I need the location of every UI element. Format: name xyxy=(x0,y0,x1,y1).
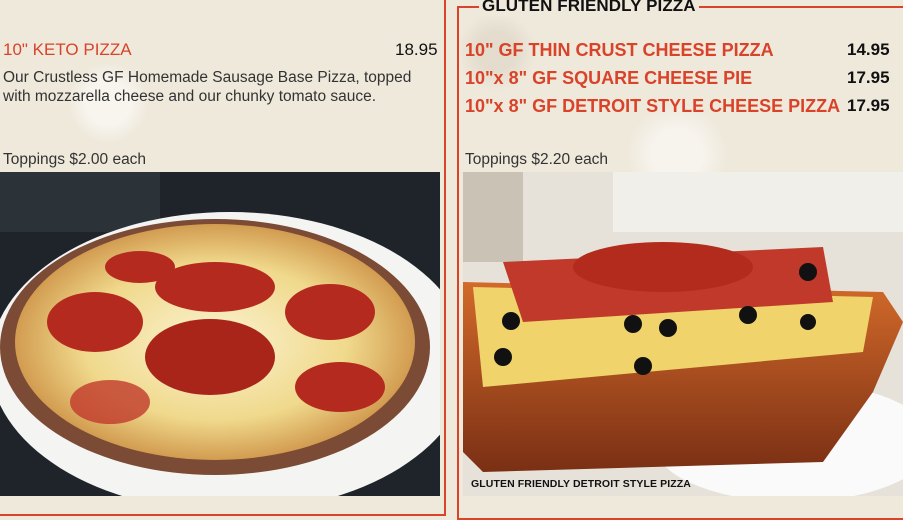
gf-square-pie-price: 17.95 xyxy=(847,68,890,87)
keto-pizza-description: Our Crustless GF Homemade Sausage Base P… xyxy=(3,69,412,105)
section-title-gluten-friendly: GLUTEN FRIENDLY PIZZA xyxy=(479,0,699,16)
keto-toppings-price: Toppings $2.00 each xyxy=(3,151,147,168)
gf-toppings-price: Toppings $2.20 each xyxy=(465,151,609,168)
photo-caption: GLUTEN FRIENDLY DETROIT STYLE PIZZA xyxy=(471,478,691,490)
keto-pizza-price: 18.95 xyxy=(395,40,438,59)
gf-square-pie-title: 10"x 8" GF SQUARE CHEESE PIE xyxy=(465,68,753,88)
keto-pizza-photo xyxy=(0,172,440,496)
gf-detroit-style-price: 17.95 xyxy=(847,96,890,115)
gf-thin-crust-price: 14.95 xyxy=(847,40,890,59)
gf-thin-crust-title: 10" GF THIN CRUST CHEESE PIZZA xyxy=(465,40,774,60)
keto-pizza-title: 10" KETO PIZZA xyxy=(3,40,132,59)
detroit-style-pizza-photo: GLUTEN FRIENDLY DETROIT STYLE PIZZA xyxy=(463,172,903,496)
gf-detroit-style-title: 10"x 8" GF DETROIT STYLE CHEESE PIZZA xyxy=(465,96,841,116)
